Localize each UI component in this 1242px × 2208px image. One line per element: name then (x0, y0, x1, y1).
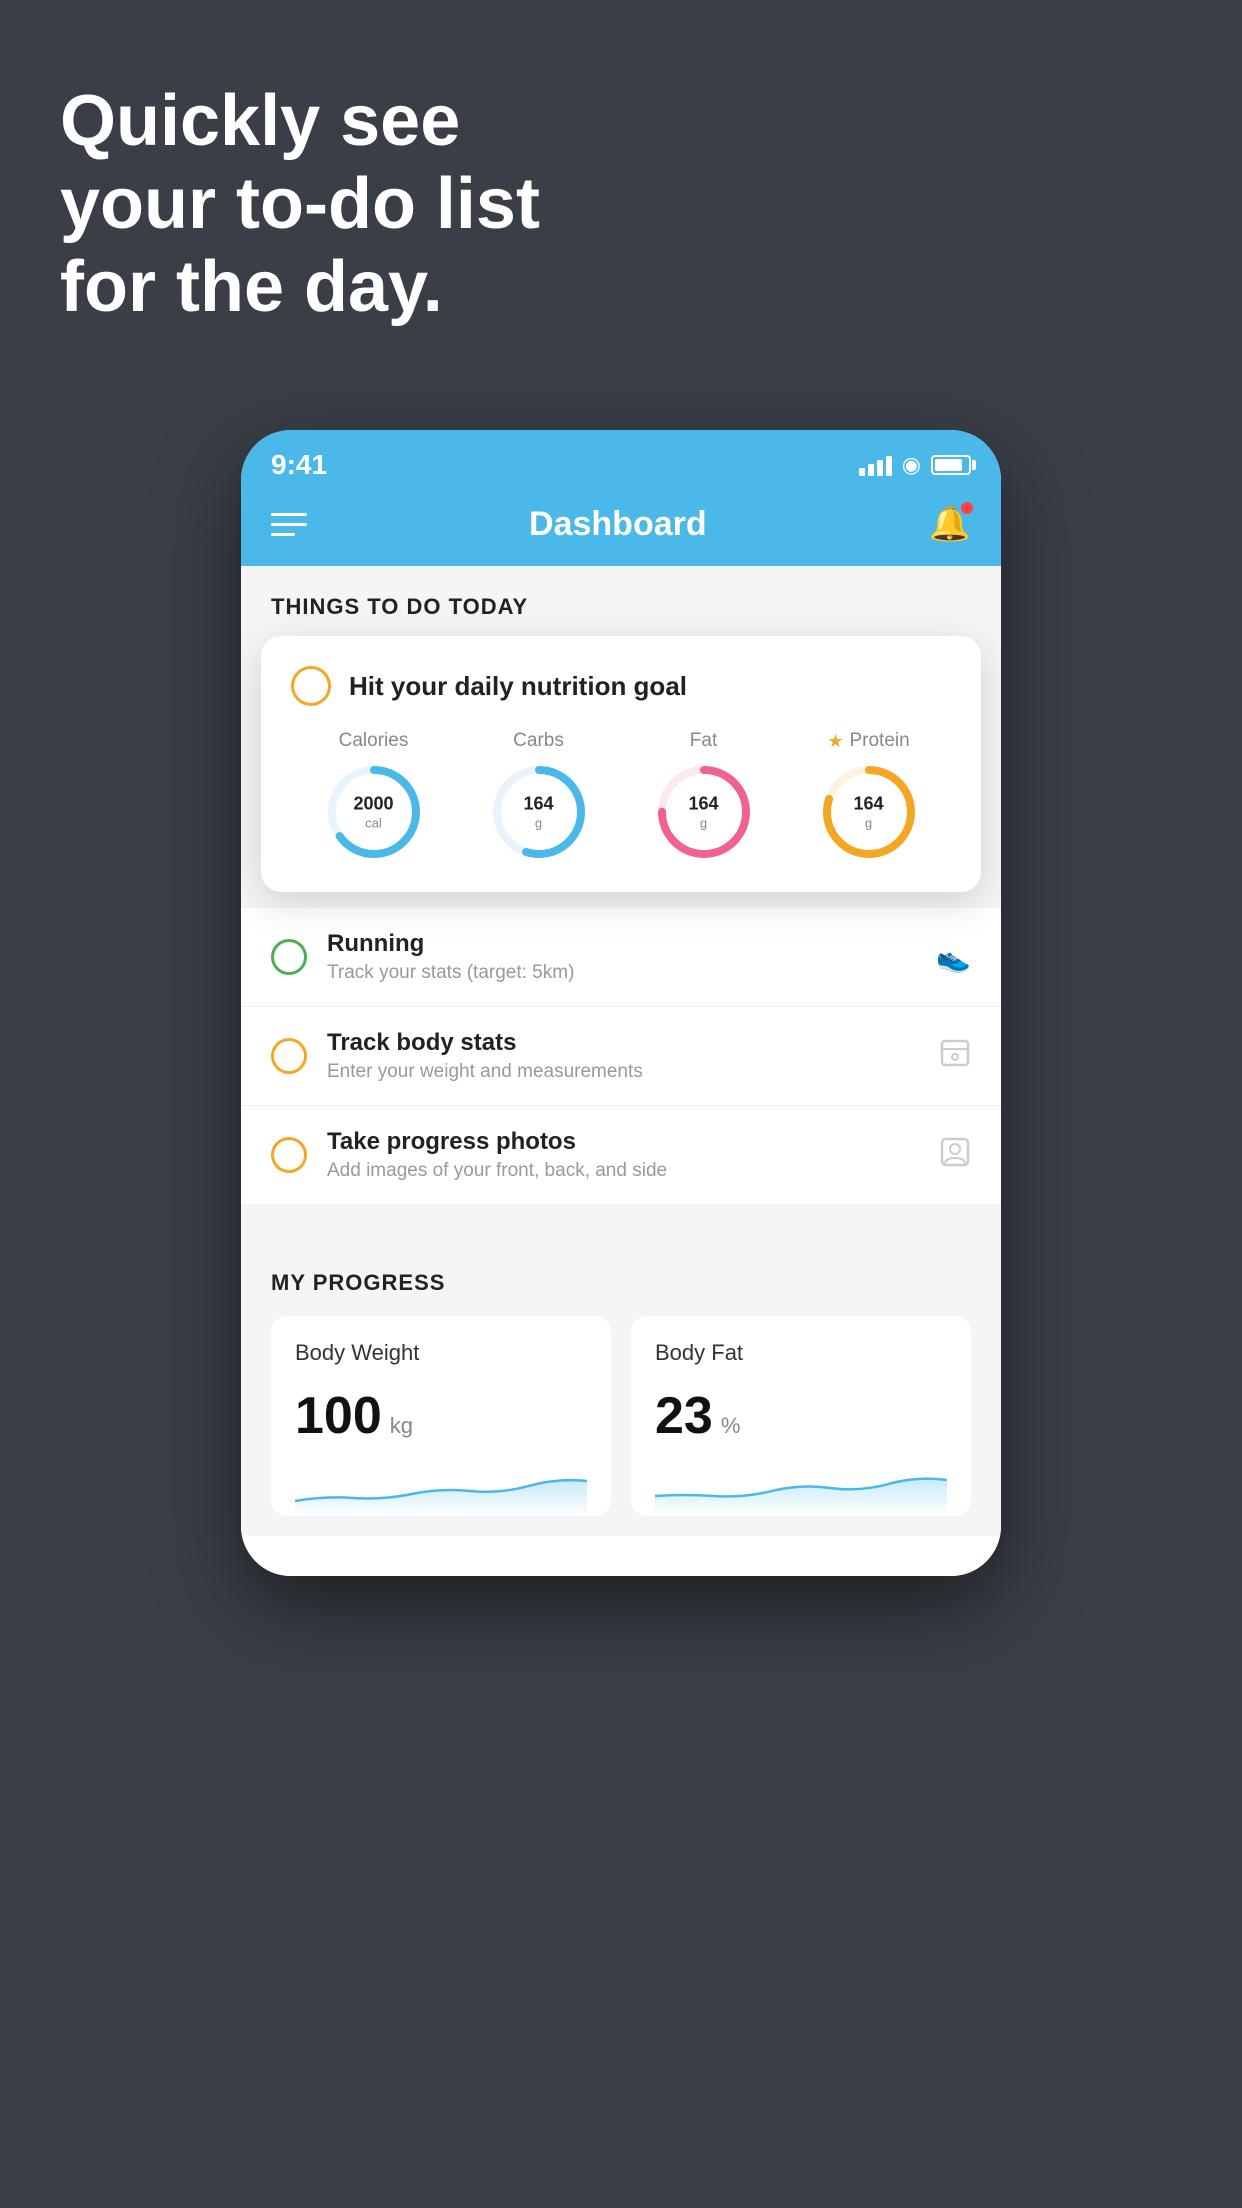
body-weight-unit: kg (390, 1413, 413, 1439)
fat-value: 164 g (688, 793, 718, 830)
macros-row: Calories 2000 cal Carbs (291, 730, 951, 862)
app-content: THINGS TO DO TODAY Hit your daily nutrit… (241, 566, 1001, 1576)
macro-carbs: Carbs 164 g (489, 730, 589, 862)
body-fat-unit: % (721, 1413, 741, 1439)
person-icon (939, 1136, 971, 1175)
body-weight-chart (295, 1466, 587, 1516)
calories-value: 2000 cal (353, 793, 393, 830)
body-fat-card-title: Body Fat (655, 1340, 947, 1366)
todo-item-progress-photos[interactable]: Take progress photos Add images of your … (241, 1106, 1001, 1204)
protein-value: 164 g (853, 793, 883, 830)
running-text: Running Track your stats (target: 5km) (327, 930, 916, 984)
notification-bell-button[interactable]: 🔔 (929, 504, 971, 544)
macro-fat: Fat 164 g (654, 730, 754, 862)
hero-text: Quickly see your to-do list for the day. (60, 80, 540, 328)
hamburger-menu-button[interactable] (271, 513, 307, 536)
fat-ring: 164 g (654, 762, 754, 862)
running-checkbox[interactable] (271, 939, 307, 975)
body-weight-value: 100 kg (295, 1386, 587, 1446)
nutrition-card[interactable]: Hit your daily nutrition goal Calories 2… (261, 636, 981, 892)
fat-label: Fat (690, 730, 717, 752)
app-header: Dashboard 🔔 (241, 486, 1001, 566)
body-fat-card[interactable]: Body Fat 23 % (631, 1316, 971, 1516)
carbs-label: Carbs (513, 730, 564, 752)
body-weight-card-title: Body Weight (295, 1340, 587, 1366)
my-progress-section: MY PROGRESS Body Weight 100 kg (241, 1234, 1001, 1536)
progress-photos-checkbox[interactable] (271, 1137, 307, 1173)
body-stats-title: Track body stats (327, 1029, 919, 1057)
signal-icon (859, 454, 892, 476)
nutrition-card-title: Hit your daily nutrition goal (349, 671, 687, 702)
protein-ring: 164 g (819, 762, 919, 862)
todo-list: Running Track your stats (target: 5km) 👟… (241, 908, 1001, 1204)
progress-photos-title: Take progress photos (327, 1128, 919, 1156)
shoe-icon: 👟 (936, 941, 971, 974)
progress-photos-text: Take progress photos Add images of your … (327, 1128, 919, 1182)
nutrition-checkbox[interactable] (291, 666, 331, 706)
calories-label: Calories (339, 730, 409, 752)
battery-icon (931, 455, 971, 475)
body-weight-card[interactable]: Body Weight 100 kg (271, 1316, 611, 1516)
status-icons: ◉ (859, 452, 971, 478)
spacer (241, 1204, 1001, 1234)
body-weight-number: 100 (295, 1386, 382, 1446)
running-title: Running (327, 930, 916, 958)
nutrition-card-header: Hit your daily nutrition goal (291, 666, 951, 706)
scale-icon (939, 1037, 971, 1076)
notification-dot (961, 502, 973, 514)
status-time: 9:41 (271, 449, 327, 481)
body-fat-value: 23 % (655, 1386, 947, 1446)
body-stats-subtitle: Enter your weight and measurements (327, 1061, 919, 1083)
todo-item-running[interactable]: Running Track your stats (target: 5km) 👟 (241, 908, 1001, 1007)
body-fat-number: 23 (655, 1386, 713, 1446)
section-title-things-to-do: THINGS TO DO TODAY (271, 594, 528, 619)
todo-item-body-stats[interactable]: Track body stats Enter your weight and m… (241, 1007, 1001, 1106)
bottom-padding (241, 1536, 1001, 1576)
macro-calories: Calories 2000 cal (324, 730, 424, 862)
carbs-ring: 164 g (489, 762, 589, 862)
macro-protein: ★ Protein 164 g (819, 730, 919, 862)
wifi-icon: ◉ (902, 452, 921, 478)
body-stats-checkbox[interactable] (271, 1038, 307, 1074)
star-icon: ★ (827, 731, 843, 752)
body-fat-chart (655, 1466, 947, 1516)
calories-ring: 2000 cal (324, 762, 424, 862)
running-subtitle: Track your stats (target: 5km) (327, 962, 916, 984)
phone-mockup: 9:41 ◉ Dashboard 🔔 (241, 430, 1001, 1576)
header-title: Dashboard (529, 505, 707, 544)
progress-section-title: MY PROGRESS (271, 1270, 971, 1296)
progress-cards: Body Weight 100 kg (271, 1316, 971, 1516)
status-bar: 9:41 ◉ (241, 430, 1001, 486)
body-stats-text: Track body stats Enter your weight and m… (327, 1029, 919, 1083)
protein-label: ★ Protein (827, 730, 909, 752)
progress-photos-subtitle: Add images of your front, back, and side (327, 1160, 919, 1182)
things-to-do-header: THINGS TO DO TODAY (241, 566, 1001, 636)
carbs-value: 164 g (523, 793, 553, 830)
